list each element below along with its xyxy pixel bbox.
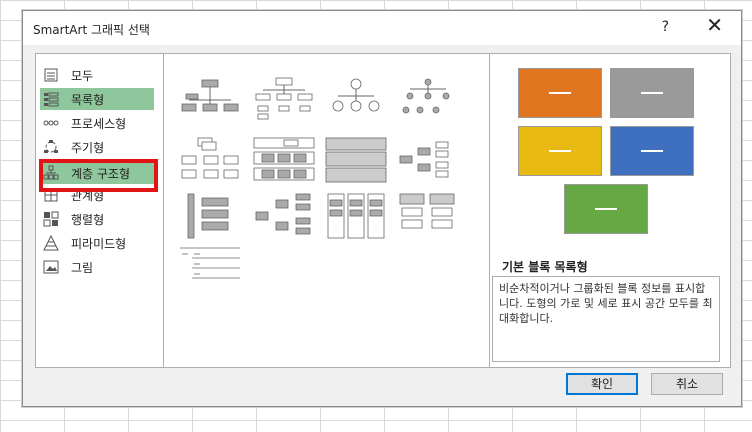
selection-highlight-box — [39, 159, 158, 192]
layout-thumbnail[interactable] — [324, 192, 388, 240]
dialog-title: SmartArt 그래픽 선택 — [33, 23, 150, 37]
layout-thumbnail[interactable] — [178, 76, 242, 124]
preview-panel: 기본 블록 목록형 비순차적이거나 그룹화된 블록 정보를 표시합니다. 도형의… — [489, 53, 731, 368]
category-label: 주기형 — [71, 141, 105, 155]
layout-gallery — [163, 53, 490, 368]
ok-button[interactable]: 확인 — [566, 373, 638, 395]
category-label: 그림 — [71, 261, 94, 275]
all-icon — [44, 68, 58, 82]
layout-thumbnail[interactable] — [178, 244, 242, 292]
layout-thumbnail[interactable] — [178, 192, 242, 240]
close-button[interactable]: ✕ — [706, 15, 723, 35]
layout-thumbnail[interactable] — [396, 76, 460, 124]
preview-title: 기본 블록 목록형 — [502, 260, 588, 274]
category-label: 행렬형 — [71, 213, 105, 227]
picture-icon — [43, 260, 59, 274]
category-list-type[interactable]: 목록형 — [40, 88, 154, 110]
preview-shape-green — [564, 184, 648, 234]
category-label: 프로세스형 — [71, 117, 127, 131]
layout-thumbnail[interactable] — [324, 76, 388, 124]
help-button[interactable]: ? — [662, 19, 669, 35]
category-pyramid[interactable]: 피라미드형 — [40, 232, 154, 254]
category-cycle[interactable]: 주기형 — [40, 136, 154, 158]
layout-thumbnail[interactable] — [252, 76, 316, 124]
list-icon — [44, 92, 59, 107]
layout-thumbnail[interactable] — [252, 192, 316, 240]
category-label: 목록형 — [71, 93, 105, 107]
smartart-dialog: SmartArt 그래픽 선택 ? ✕ 모두 목록형 프로세스형 주기형 계층 … — [22, 10, 742, 407]
preview-shape-blue — [610, 126, 694, 176]
layout-thumbnail[interactable] — [324, 136, 388, 184]
preview-description: 비순차적이거나 그룹화된 블록 정보를 표시합니다. 도형의 가로 및 세로 표… — [492, 276, 720, 362]
cancel-button[interactable]: 취소 — [651, 373, 723, 395]
layout-thumbnail[interactable] — [396, 136, 460, 184]
preview-shape-yellow — [518, 126, 602, 176]
cycle-icon — [44, 140, 58, 153]
category-process[interactable]: 프로세스형 — [40, 112, 154, 134]
category-label: 모두 — [71, 69, 94, 83]
process-icon — [43, 120, 59, 126]
matrix-icon — [43, 211, 59, 227]
category-matrix[interactable]: 행렬형 — [40, 208, 154, 230]
category-all[interactable]: 모두 — [40, 64, 154, 86]
category-label: 피라미드형 — [71, 237, 127, 251]
title-bar: SmartArt 그래픽 선택 ? ✕ — [23, 11, 741, 45]
layout-thumbnail[interactable] — [252, 136, 316, 184]
category-picture[interactable]: 그림 — [40, 256, 154, 278]
category-list: 모두 목록형 프로세스형 주기형 계층 구조형 관계형 행렬형 피라미드형 그림 — [35, 53, 164, 368]
preview-shape-gray — [610, 68, 694, 118]
layout-thumbnail[interactable] — [396, 192, 460, 240]
pyramid-icon — [43, 235, 59, 251]
layout-thumbnail[interactable] — [178, 136, 242, 184]
preview-shape-orange — [518, 68, 602, 118]
